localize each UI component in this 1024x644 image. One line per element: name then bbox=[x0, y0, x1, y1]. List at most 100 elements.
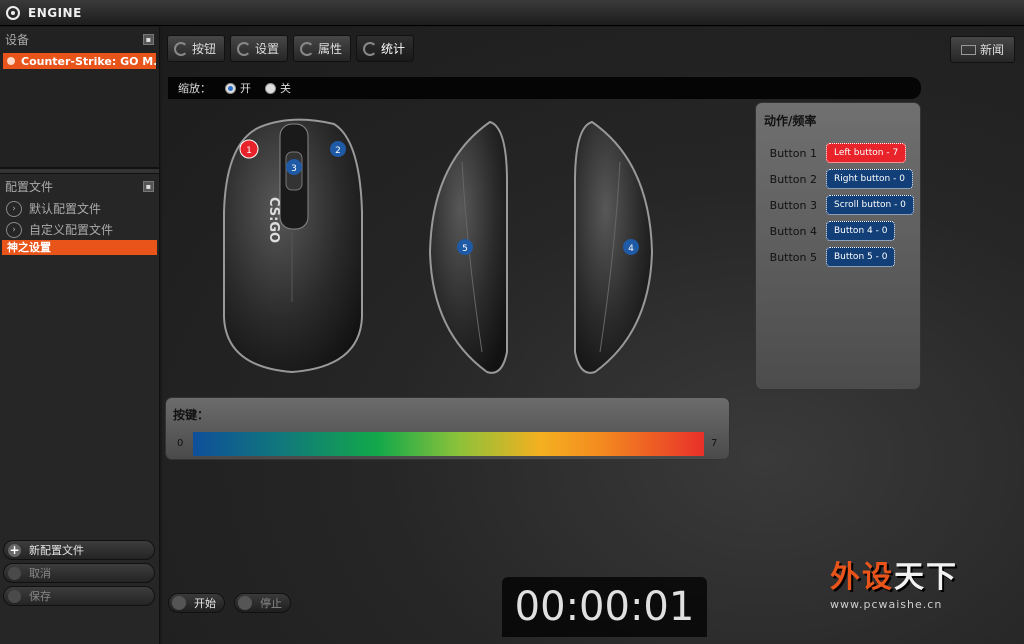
button-label: Button 5 bbox=[769, 250, 817, 264]
pin-icon[interactable]: ▪ bbox=[143, 180, 154, 192]
tab-settings[interactable]: 设置 bbox=[230, 35, 289, 62]
watermark-title: 外设天下 bbox=[830, 552, 1020, 596]
news-button[interactable]: 新闻 bbox=[949, 36, 1015, 63]
cancel-button[interactable]: 取消 bbox=[3, 563, 155, 583]
action-chip[interactable]: Right button - 0 bbox=[826, 169, 913, 189]
start-label: 开始 bbox=[194, 597, 216, 610]
devices-panel: 设备 ▪ Counter-Strike: GO M... bbox=[0, 27, 159, 168]
title-bar: ENGINE bbox=[0, 0, 1024, 26]
profiles-header: 配置文件 ▪ bbox=[0, 174, 159, 198]
mouse-illustration: CS:GO 1 2 3 5 4 bbox=[223, 118, 654, 374]
button-3-badge: 3 bbox=[291, 164, 297, 174]
stop-button[interactable]: 停止 bbox=[234, 593, 291, 613]
new-profile-label: 新配置文件 bbox=[29, 544, 84, 557]
main-area: 按钮 设置 属性 统计 新闻 缩放： 开 关 CS:GO 1 2 3 5 4 动… bbox=[162, 27, 1024, 644]
keypress-heat-scale: 0 7 bbox=[166, 432, 731, 456]
profile-item-active[interactable]: 神之设置 bbox=[2, 240, 157, 255]
save-button[interactable]: 保存 bbox=[3, 586, 155, 606]
frequency-list: Button 1 Left button - 7 Button 2 Right but… bbox=[756, 140, 920, 270]
scale-max: 7 bbox=[711, 438, 718, 449]
news-label: 新闻 bbox=[979, 43, 1004, 57]
profile-group-custom[interactable]: › 自定义配置文件 bbox=[0, 219, 159, 240]
cancel-label: 取消 bbox=[29, 567, 51, 580]
plus-icon: + bbox=[8, 543, 21, 557]
watermark-part2: 天下 bbox=[894, 560, 958, 595]
pin-icon[interactable]: ▪ bbox=[143, 33, 154, 45]
tab-buttons[interactable]: 按钮 bbox=[167, 35, 226, 62]
tab-label: 按钮 bbox=[192, 42, 217, 56]
frequency-row: Button 3 Scroll button - 0 bbox=[756, 192, 920, 218]
button-label: Button 3 bbox=[769, 198, 817, 212]
tab-label: 属性 bbox=[318, 42, 343, 56]
action-chip[interactable]: Button 5 - 0 bbox=[826, 247, 896, 267]
tab-icon bbox=[174, 41, 188, 56]
steelseries-logo-icon bbox=[6, 5, 20, 20]
zoom-on-radio[interactable] bbox=[225, 82, 236, 94]
devices-header-label: 设备 bbox=[5, 32, 30, 47]
scale-min: 0 bbox=[177, 438, 184, 449]
tab-label: 设置 bbox=[255, 42, 280, 56]
heat-gradient-bar bbox=[193, 432, 704, 456]
button-1-badge: 1 bbox=[246, 146, 252, 156]
profile-group-label: 自定义配置文件 bbox=[29, 223, 114, 237]
save-label: 保存 bbox=[29, 590, 51, 603]
frequency-row: Button 5 Button 5 - 0 bbox=[756, 244, 920, 270]
mouse-right-side-view: 4 bbox=[574, 120, 654, 374]
mouse-top-view: CS:GO 1 2 3 bbox=[223, 118, 363, 374]
csgo-logo: CS:GO bbox=[266, 197, 281, 243]
action-frequency-panel: 动作/频率 Button 1 Left button - 7 Button 2 Rig… bbox=[755, 102, 921, 390]
chevron-right-icon: › bbox=[6, 221, 22, 238]
zoom-off-label: 关 bbox=[280, 82, 291, 95]
toolbar: 按钮 设置 属性 统计 bbox=[162, 27, 1024, 70]
zoom-on-label: 开 bbox=[240, 82, 251, 95]
keypress-panel: 按键： 0 7 bbox=[165, 397, 730, 460]
start-button[interactable]: 开始 bbox=[168, 593, 225, 613]
button-label: Button 2 bbox=[769, 172, 817, 186]
stop-icon bbox=[238, 596, 252, 610]
frequency-title: 动作/频率 bbox=[764, 114, 817, 128]
profiles-header-label: 配置文件 bbox=[5, 179, 54, 194]
button-4-badge: 4 bbox=[628, 244, 634, 254]
device-label: Counter-Strike: GO M... bbox=[21, 54, 156, 68]
action-chip[interactable]: Left button - 7 bbox=[826, 143, 907, 163]
mouse-left-side-view: 5 bbox=[428, 120, 508, 374]
frequency-row: Button 4 Button 4 - 0 bbox=[756, 218, 920, 244]
button-2-badge: 2 bbox=[335, 146, 341, 156]
start-icon bbox=[172, 596, 186, 610]
tab-icon bbox=[237, 41, 252, 56]
button-label: Button 4 bbox=[769, 224, 817, 238]
frequency-row: Button 1 Left button - 7 bbox=[756, 140, 920, 166]
device-mouse-icon bbox=[7, 57, 15, 65]
zoom-off-radio[interactable] bbox=[265, 82, 276, 94]
app-title: ENGINE bbox=[28, 5, 82, 20]
zoom-label: 缩放： bbox=[178, 82, 211, 95]
stop-label: 停止 bbox=[260, 597, 282, 610]
watermark-part1: 外设 bbox=[830, 560, 894, 595]
keypress-title: 按键： bbox=[173, 408, 210, 422]
new-profile-button[interactable]: + 新配置文件 bbox=[3, 540, 155, 560]
watermark-url: www.pcwaishe.cn bbox=[830, 598, 943, 611]
action-chip[interactable]: Button 4 - 0 bbox=[826, 221, 896, 241]
tab-icon bbox=[363, 41, 378, 56]
sidebar: 设备 ▪ Counter-Strike: GO M... 配置文件 ▪ › 默认… bbox=[0, 27, 160, 644]
frequency-row: Button 2 Right button - 0 bbox=[756, 166, 920, 192]
profile-group-default[interactable]: › 默认配置文件 bbox=[0, 198, 159, 219]
tab-icon bbox=[300, 41, 315, 56]
save-icon bbox=[8, 589, 21, 603]
tab-statistics[interactable]: 统计 bbox=[356, 35, 415, 62]
button-5-badge: 5 bbox=[462, 244, 468, 254]
watermark: 外设天下 www.pcwaishe.cn bbox=[830, 552, 1020, 611]
action-chip[interactable]: Scroll button - 0 bbox=[826, 195, 914, 215]
tab-properties[interactable]: 属性 bbox=[293, 35, 352, 62]
cancel-icon bbox=[8, 566, 21, 580]
news-icon bbox=[960, 44, 976, 55]
chevron-right-icon: › bbox=[6, 200, 22, 217]
button-label: Button 1 bbox=[769, 146, 817, 160]
device-item[interactable]: Counter-Strike: GO M... bbox=[3, 53, 156, 69]
devices-header: 设备 ▪ bbox=[0, 27, 159, 51]
zoom-bar: 缩放： 开 关 bbox=[168, 77, 921, 99]
profiles-panel: 配置文件 ▪ › 默认配置文件 › 自定义配置文件 神之设置 + 新配置文件 取… bbox=[0, 174, 159, 614]
session-timer: 00:00:01 bbox=[502, 577, 707, 637]
tab-label: 统计 bbox=[381, 42, 406, 56]
engine-window: ENGINE 设备 ▪ Counter-Strike: GO M... 配置文件… bbox=[0, 0, 1024, 644]
